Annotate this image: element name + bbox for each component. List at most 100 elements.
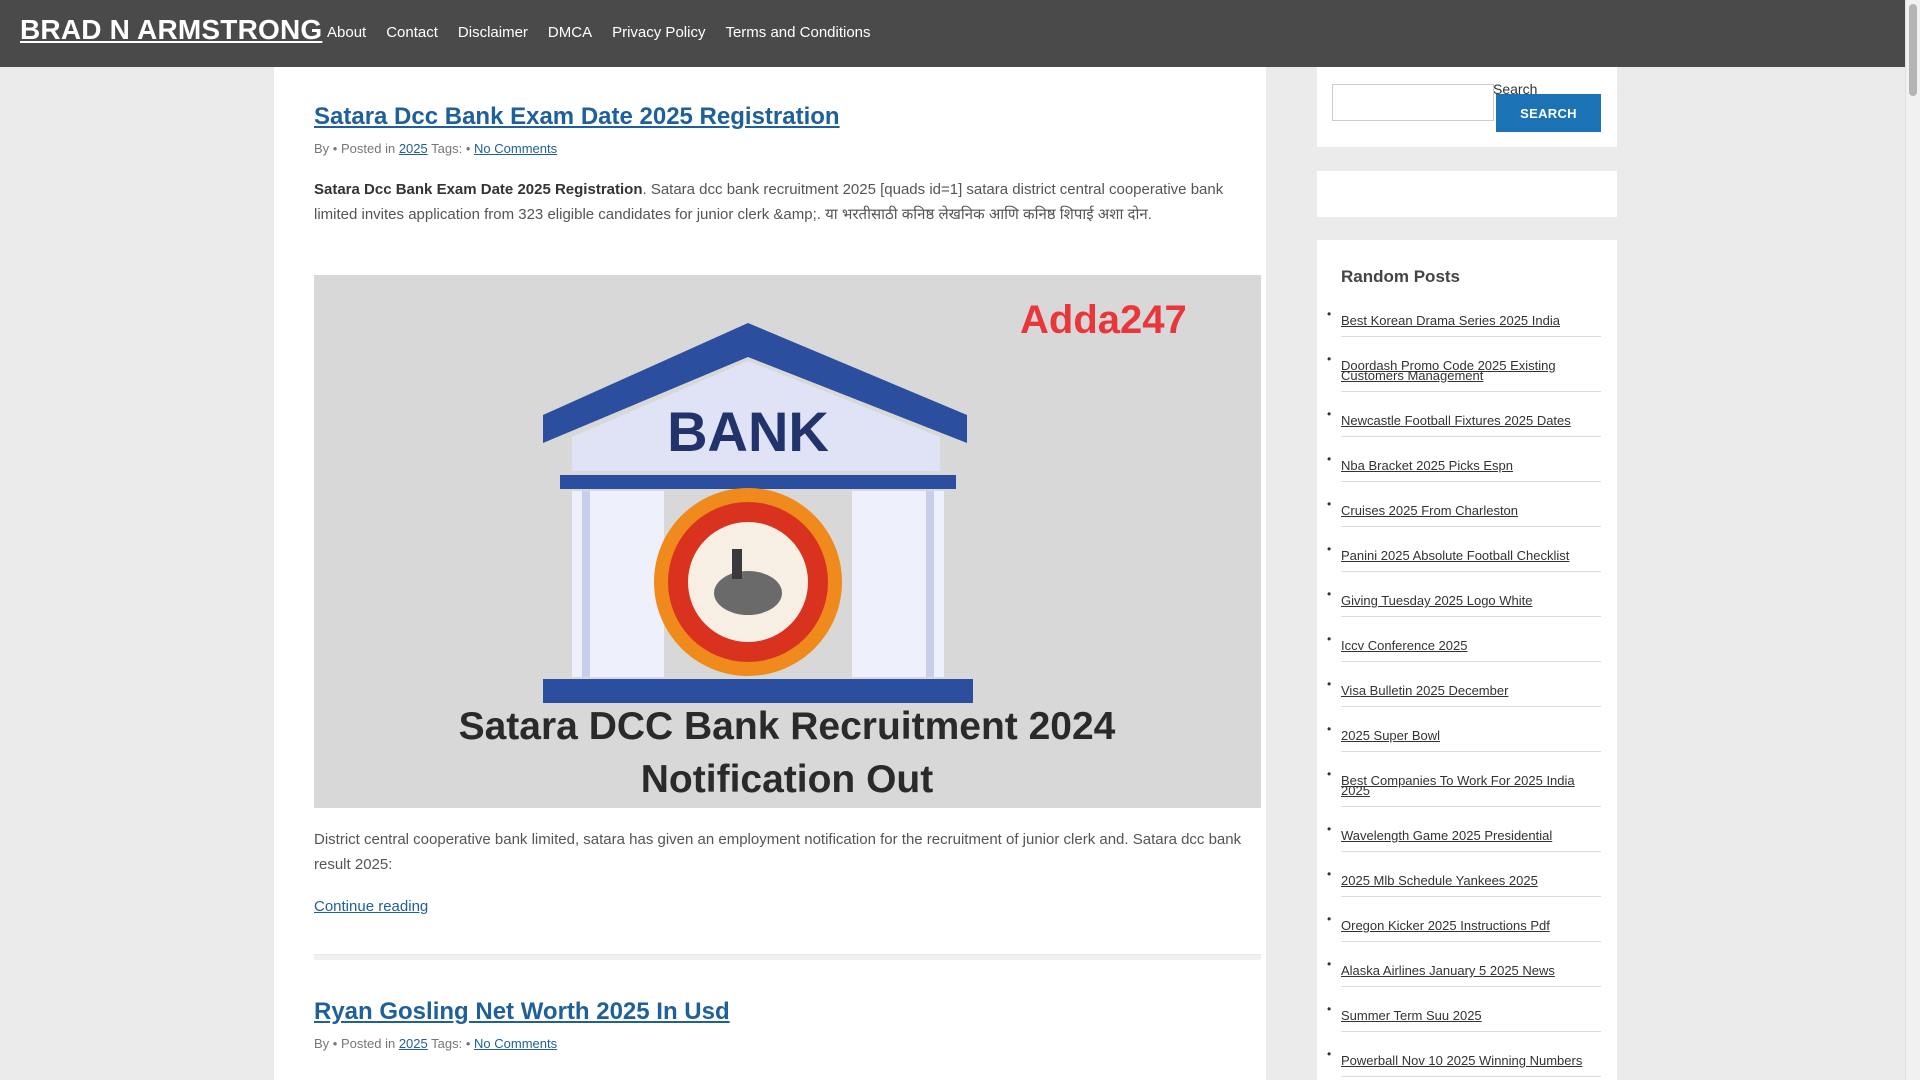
meta-tags: Tags: — [431, 1036, 463, 1051]
nav-about[interactable]: About — [327, 24, 366, 41]
nav-terms[interactable]: Terms and Conditions — [725, 24, 870, 41]
top-navbar: BRAD N ARMSTRONG About Contact Disclaime… — [0, 0, 1905, 67]
meta-posted-in: Posted in — [340, 1036, 396, 1051]
bullet-icon: • — [1327, 957, 1332, 971]
post-meta: By • Posted in 2025 Tags: • No Comments — [314, 1036, 1261, 1051]
list-item: • Best Korean Drama Series 2025 India — [1327, 307, 1601, 337]
search-button[interactable]: SEARCH — [1496, 94, 1601, 132]
image-caption-line2: Notification Out — [641, 758, 933, 801]
page-scrollbar[interactable] — [1905, 0, 1920, 1080]
post-article: Satara Dcc Bank Exam Date 2025 Registrat… — [314, 103, 1261, 915]
post-title-link[interactable]: Satara Dcc Bank Exam Date 2025 Registrat… — [314, 103, 1261, 131]
nav-disclaimer[interactable]: Disclaimer — [458, 24, 528, 41]
nav-contact[interactable]: Contact — [386, 24, 438, 41]
random-post-link[interactable]: 2025 Super Bowl — [1341, 729, 1601, 742]
meta-by: By — [314, 1036, 330, 1051]
list-item: • 2025 Super Bowl — [1327, 722, 1601, 752]
excerpt-bold: Satara Dcc Bank Exam Date 2025 Registrat… — [314, 181, 643, 198]
bank-label: BANK — [667, 400, 829, 463]
list-item: • Cruises 2025 From Charleston — [1327, 497, 1601, 527]
meta-sep: • — [465, 1036, 471, 1051]
list-item: • Visa Bulletin 2025 December — [1327, 677, 1601, 707]
random-post-link[interactable]: Best Korean Drama Series 2025 India — [1341, 314, 1601, 327]
random-post-link[interactable]: Doordash Promo Code 2025 Existing Custom… — [1341, 359, 1601, 382]
image-caption-line1: Satara DCC Bank Recruitment 2024 — [459, 705, 1116, 748]
bullet-icon: • — [1327, 1002, 1332, 1016]
bullet-icon: • — [1327, 632, 1332, 646]
scrollbar-thumb[interactable] — [1909, 4, 1917, 96]
meta-posted-in: Posted in — [340, 141, 396, 156]
random-post-link[interactable]: Newcastle Football Fixtures 2025 Dates — [1341, 414, 1601, 427]
random-posts-list: • Best Korean Drama Series 2025 India • Doo… — [1327, 307, 1601, 1080]
bullet-icon: • — [1327, 912, 1332, 926]
random-post-link[interactable]: Nba Bracket 2025 Picks Espn — [1341, 459, 1601, 472]
random-post-link[interactable]: Panini 2025 Absolute Football Checklist — [1341, 549, 1601, 562]
search-widget: Search SEARCH — [1317, 67, 1617, 147]
random-post-link[interactable]: 2025 Mlb Schedule Yankees 2025 — [1341, 874, 1601, 887]
meta-sep: • — [465, 141, 471, 156]
nav-dmca[interactable]: DMCA — [548, 24, 592, 41]
bullet-icon: • — [1327, 497, 1332, 511]
meta-category-link[interactable]: 2025 — [399, 141, 428, 156]
list-item: • Giving Tuesday 2025 Logo White — [1327, 587, 1601, 617]
post-featured-image[interactable]: Adda247 BANK Satara DCC Bank Recruitment… — [314, 275, 1261, 808]
random-post-link[interactable]: Oregon Kicker 2025 Instructions Pdf — [1341, 919, 1601, 932]
search-input[interactable] — [1332, 84, 1494, 121]
list-item: • Best Companies To Work For 2025 India 2… — [1327, 767, 1601, 807]
list-item: • Doordash Promo Code 2025 Existing Custo… — [1327, 352, 1601, 392]
bank-illustration: Adda247 BANK Satara DCC Bank Recruitment… — [314, 275, 1261, 808]
random-post-link[interactable]: Powerball Nov 10 2025 Winning Numbers — [1341, 1054, 1601, 1067]
meta-by: By — [314, 141, 330, 156]
post-body-text: District central cooperative bank limite… — [314, 831, 1242, 873]
post-title-link[interactable]: Ryan Gosling Net Worth 2025 In Usd — [314, 998, 1261, 1026]
random-posts-title: Random Posts — [1341, 267, 1461, 286]
random-posts-widget: Random Posts • Best Korean Drama Series 2… — [1317, 240, 1617, 1080]
bullet-icon: • — [1327, 587, 1332, 601]
nav-privacy-policy[interactable]: Privacy Policy — [612, 24, 705, 41]
meta-category-link[interactable]: 2025 — [399, 1036, 428, 1051]
list-item: • 2025 Mlb Schedule Yankees 2025 — [1327, 867, 1601, 897]
meta-tags: Tags: — [431, 141, 463, 156]
list-item: • Panini 2025 Absolute Football Checklist — [1327, 542, 1601, 572]
main-nav: About Contact Disclaimer DMCA Privacy Po… — [327, 24, 891, 41]
list-item: • Nba Bracket 2025 Picks Espn — [1327, 452, 1601, 482]
meta-sep: • — [332, 141, 338, 156]
bullet-icon: • — [1327, 452, 1332, 466]
meta-comments-link[interactable]: No Comments — [474, 1036, 557, 1051]
list-item: • Wavelength Game 2025 Presidential — [1327, 822, 1601, 852]
list-item: • Alaska Airlines January 5 2025 News — [1327, 957, 1601, 987]
random-post-link[interactable]: Best Companies To Work For 2025 India 20… — [1341, 774, 1601, 797]
bullet-icon: • — [1327, 1047, 1332, 1061]
bullet-icon: • — [1327, 542, 1332, 556]
random-post-link[interactable]: Wavelength Game 2025 Presidential — [1341, 829, 1601, 842]
random-post-link[interactable]: Giving Tuesday 2025 Logo White — [1341, 594, 1601, 607]
bullet-icon: • — [1327, 867, 1332, 881]
list-item: • Oregon Kicker 2025 Instructions Pdf — [1327, 912, 1601, 942]
list-item: • Iccv Conference 2025 — [1327, 632, 1601, 662]
meta-comments-link[interactable]: No Comments — [474, 141, 557, 156]
adda-logo: Adda247 — [1020, 298, 1187, 342]
random-post-link[interactable]: Alaska Airlines January 5 2025 News — [1341, 964, 1601, 977]
list-item: • Summer Term Suu 2025 — [1327, 1002, 1601, 1032]
post-meta: By • Posted in 2025 Tags: • No Comments — [314, 141, 1261, 156]
main-content: Satara Dcc Bank Exam Date 2025 Registrat… — [274, 67, 1266, 1080]
empty-widget — [1317, 171, 1617, 217]
bullet-icon: • — [1327, 352, 1332, 366]
site-brand-link[interactable]: BRAD N ARMSTRONG — [20, 14, 322, 46]
random-post-link[interactable]: Summer Term Suu 2025 — [1341, 1009, 1601, 1022]
bullet-icon: • — [1327, 407, 1332, 421]
random-post-link[interactable]: Visa Bulletin 2025 December — [1341, 684, 1601, 697]
post-excerpt: Satara Dcc Bank Exam Date 2025 Registrat… — [314, 177, 1261, 227]
bullet-icon: • — [1327, 767, 1332, 781]
post-article: Ryan Gosling Net Worth 2025 In Usd By • … — [314, 998, 1261, 1051]
list-item: • Newcastle Football Fixtures 2025 Dates — [1327, 407, 1601, 437]
random-post-link[interactable]: Cruises 2025 From Charleston — [1341, 504, 1601, 517]
random-post-link[interactable]: Iccv Conference 2025 — [1341, 639, 1601, 652]
post-divider — [314, 954, 1261, 960]
bullet-icon: • — [1327, 307, 1332, 321]
continue-reading-link[interactable]: Continue reading — [314, 898, 1261, 915]
bullet-icon: • — [1327, 677, 1332, 691]
meta-sep: • — [332, 1036, 338, 1051]
bullet-icon: • — [1327, 822, 1332, 836]
list-item: • Powerball Nov 10 2025 Winning Numbers — [1327, 1047, 1601, 1077]
